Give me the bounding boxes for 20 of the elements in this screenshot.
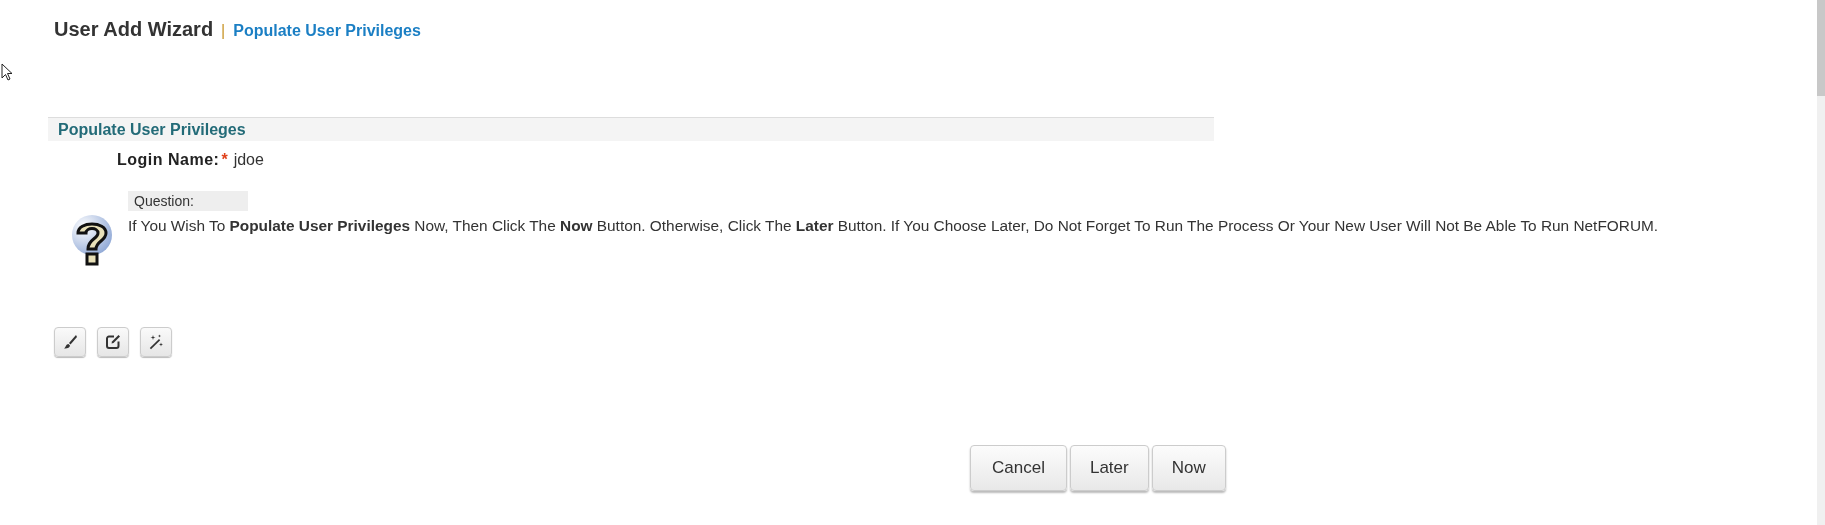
action-button[interactable]: Cancel [970, 445, 1067, 491]
magic-wand-icon [148, 334, 164, 350]
question-text: If You Wish To Populate User Privileges Now, Then Click The Now Button. Otherwise, Click The Later Button. If You Choose Later, Do Not Forget To Run The Process Or Your New User Will Not Be Able To Run NetFORUM. [128, 217, 1659, 235]
wand-button[interactable] [140, 327, 172, 357]
brush-button[interactable] [54, 327, 86, 357]
section-header: Populate User Privileges [48, 117, 1214, 141]
title-separator: | [221, 22, 226, 40]
scrollbar[interactable] [1817, 0, 1825, 525]
field-value: jdoe [233, 151, 264, 169]
mouse-pointer-icon [1, 63, 13, 81]
step-title: Populate User Privileges [233, 22, 421, 40]
brush-icon [62, 334, 78, 350]
action-button[interactable]: Later [1069, 445, 1149, 491]
field-label: Login Name: [117, 151, 220, 169]
edit-button[interactable] [97, 327, 129, 357]
page-title: User Add Wizard [54, 18, 214, 41]
edit-icon [105, 334, 121, 350]
question-label: Question: [128, 191, 248, 211]
action-button[interactable]: Now [1151, 445, 1226, 491]
required-mark: * [221, 151, 228, 169]
